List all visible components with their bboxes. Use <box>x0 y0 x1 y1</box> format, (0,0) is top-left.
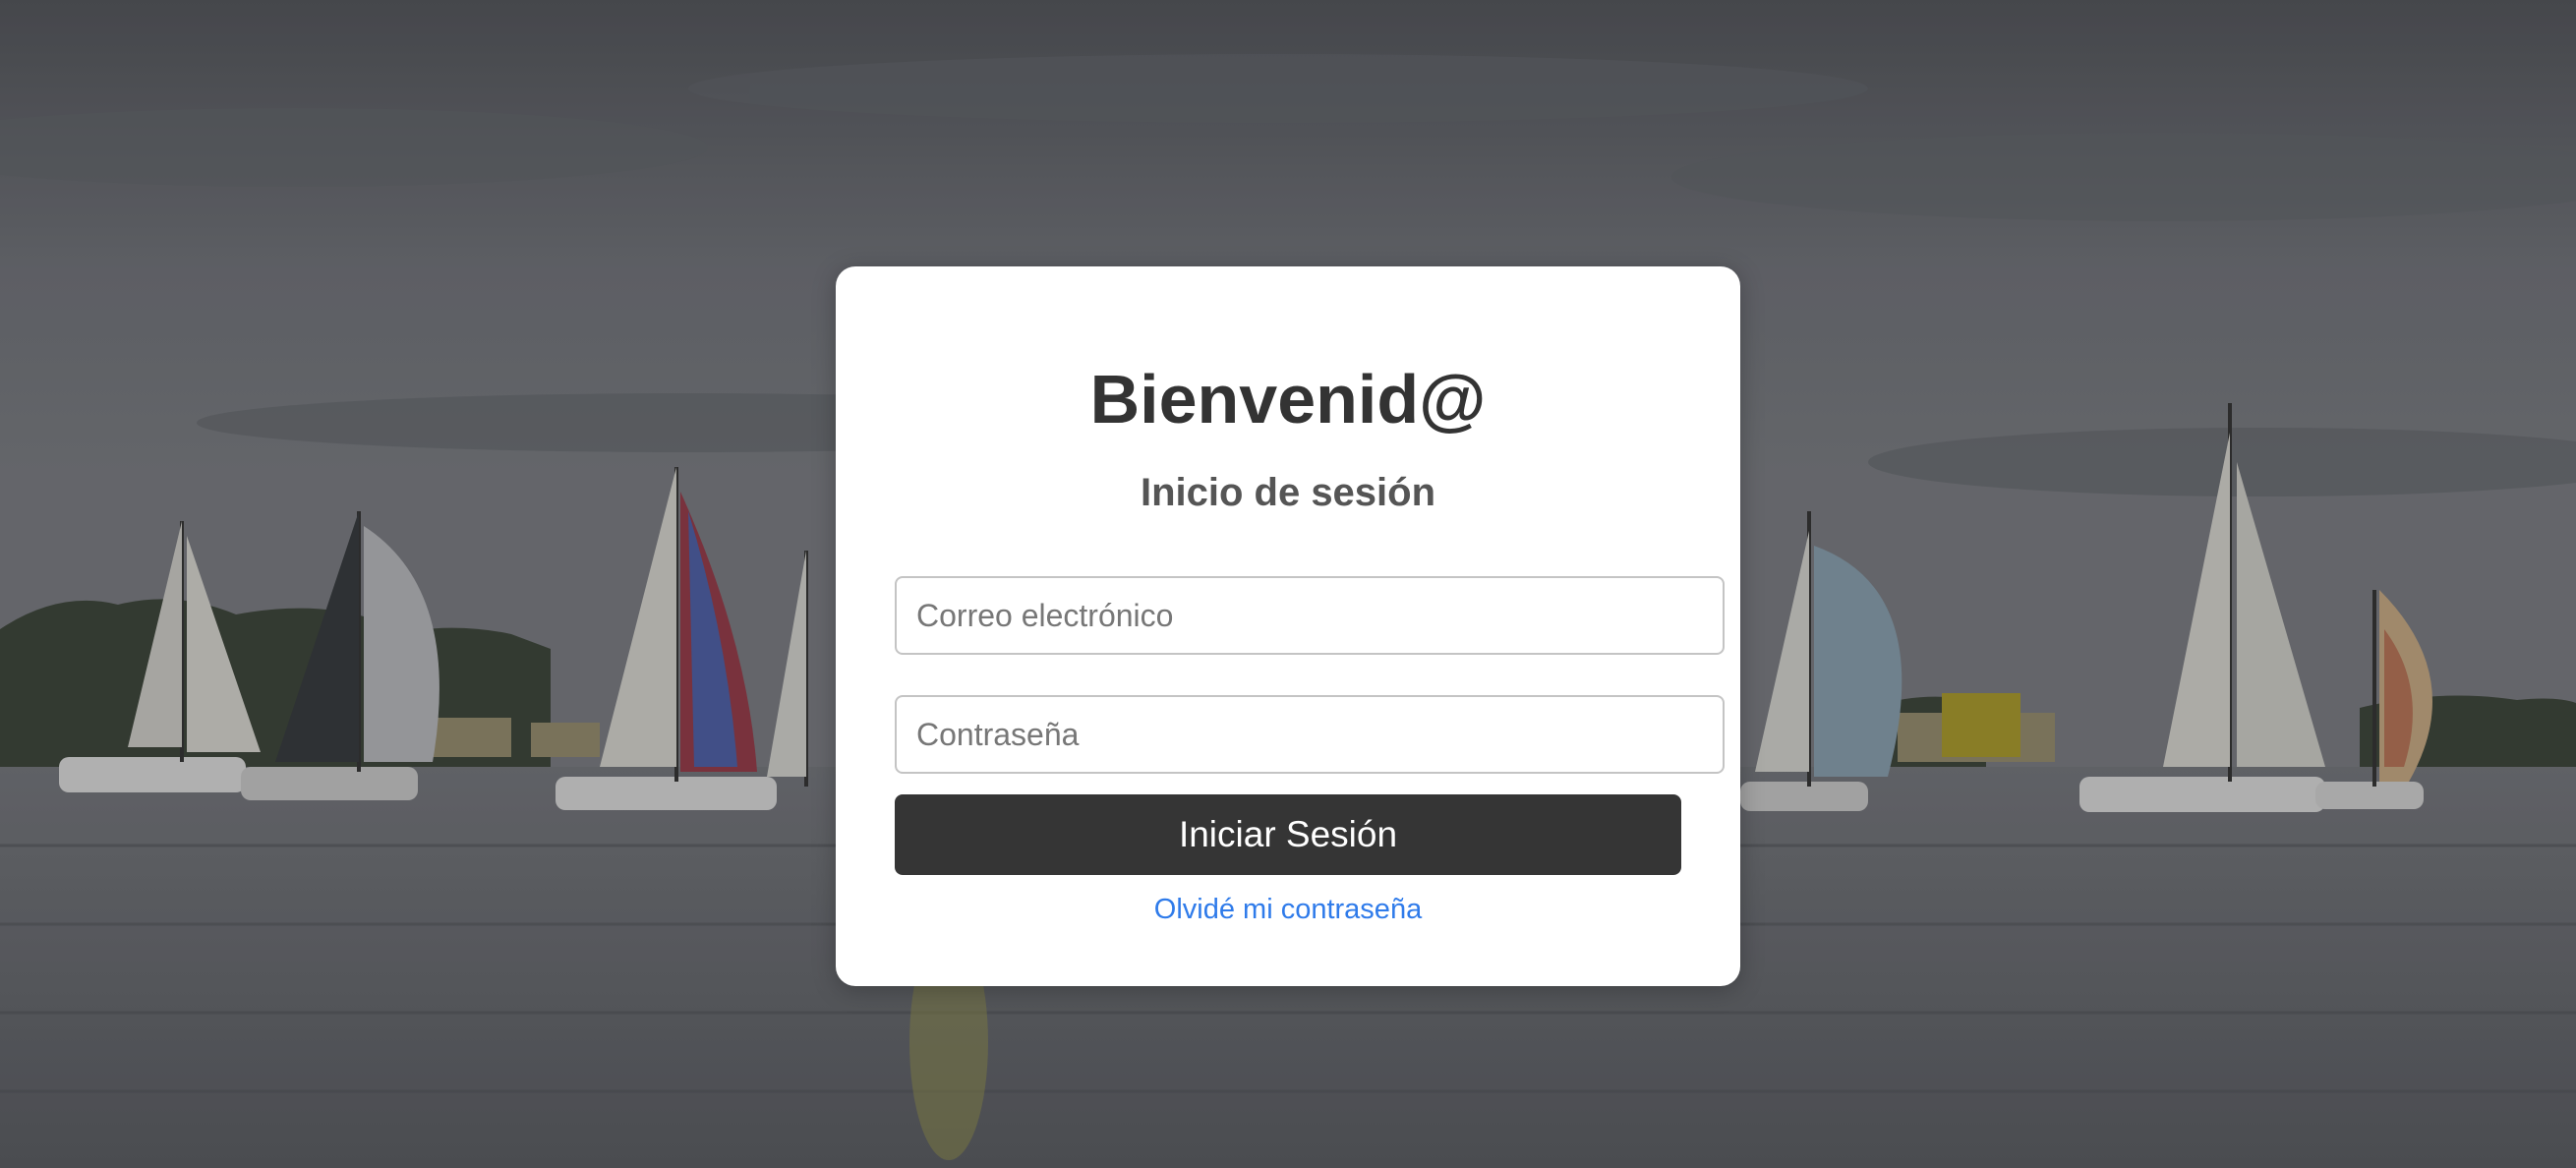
login-button[interactable]: Iniciar Sesión <box>895 794 1681 875</box>
email-input[interactable] <box>895 576 1725 655</box>
login-subtitle: Inicio de sesión <box>1140 471 1436 514</box>
password-input[interactable] <box>895 695 1725 774</box>
login-card: Bienvenid@ Inicio de sesión Iniciar Sesi… <box>836 266 1740 986</box>
forgot-password-link[interactable]: Olvidé mi contraseña <box>836 894 1740 926</box>
welcome-title: Bienvenid@ <box>1089 361 1487 438</box>
